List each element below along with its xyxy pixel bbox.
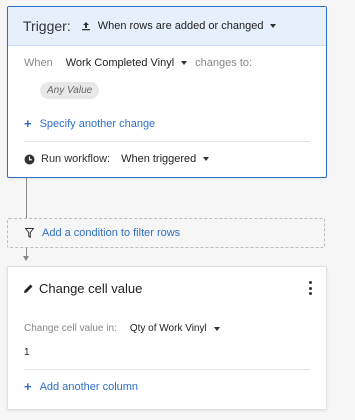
run-workflow-row: Run workflow: When triggered [24,153,210,165]
target-column-label: Qty of Work Vinyl [129,323,207,334]
when-label: When [24,57,53,69]
specify-another-change-link[interactable]: + Specify another change [24,117,155,130]
trigger-event-dropdown[interactable]: When rows are added or changed [81,20,277,32]
chevron-down-icon [181,61,188,65]
filter-icon [25,228,34,238]
column-label: Work Completed Vinyl [65,57,175,69]
chevron-down-icon [213,326,220,331]
pencil-icon [24,284,33,293]
trigger-event-label: When rows are added or changed [97,20,264,32]
upload-icon [81,22,90,31]
chevron-down-icon [203,157,210,161]
arrow-down-icon [23,256,29,261]
run-workflow-label: Run workflow: [41,153,111,165]
clock-icon [24,154,35,164]
add-filter-condition-button[interactable]: Add a condition to filter rows [7,218,325,248]
add-another-column-label: Add another column [39,380,139,393]
when-row: When Work Completed Vinyl changes to: [24,57,252,69]
trigger-card: Trigger: When rows are added or changed … [7,6,327,178]
cell-value-input[interactable]: 1 [24,347,30,358]
action-title-row: Change cell value [23,281,142,296]
chevron-down-icon [270,24,277,28]
changes-to-label: changes to: [195,57,253,69]
run-workflow-value: When triggered [121,153,197,165]
action-title: Change cell value [39,281,143,296]
plus-icon: + [24,116,32,131]
add-another-column-link[interactable]: + Add another column [24,380,138,393]
trigger-header: Trigger: When rows are added or changed [8,7,326,46]
connector-line [26,177,27,218]
more-options-icon[interactable] [306,281,314,295]
divider [24,369,310,370]
any-value-chip[interactable]: Any Value [40,82,100,99]
change-in-row: Change cell value in: Qty of Work Vinyl [24,323,220,334]
specify-another-change-label: Specify another change [39,117,156,130]
run-workflow-dropdown[interactable]: When triggered [121,153,210,165]
trigger-title: Trigger: [23,18,71,34]
target-column-dropdown[interactable]: Qty of Work Vinyl [130,323,220,334]
column-dropdown[interactable]: Work Completed Vinyl [65,57,188,69]
change-in-label: Change cell value in: [24,323,117,334]
divider [24,141,310,142]
add-filter-label: Add a condition to filter rows [42,227,181,239]
action-card: Change cell value Change cell value in: … [7,266,327,410]
plus-icon: + [24,379,32,394]
